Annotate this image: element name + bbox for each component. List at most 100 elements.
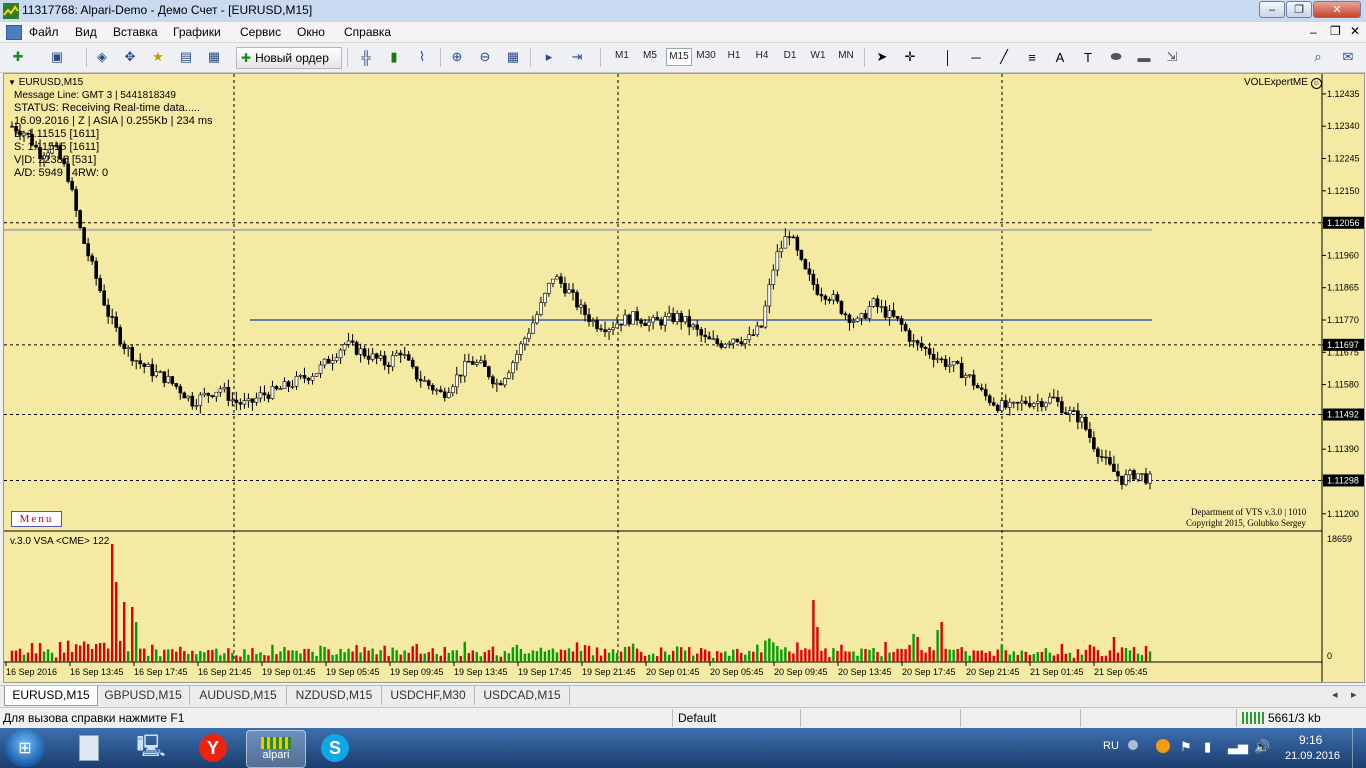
tray-help-icon[interactable] bbox=[1128, 740, 1138, 750]
candle-body bbox=[739, 341, 744, 344]
trendline-icon[interactable]: ╱ bbox=[994, 48, 1014, 66]
vertical-line-icon[interactable]: │ bbox=[938, 48, 958, 66]
volume-bar bbox=[523, 653, 527, 662]
chart-shift-icon[interactable]: ⇥ bbox=[567, 48, 587, 66]
status-bar: Для вызова справки нажмите F1 Default 56… bbox=[0, 707, 1366, 729]
navigator-icon[interactable]: ✥ bbox=[120, 48, 140, 66]
tray-flag-icon[interactable]: ⚑ bbox=[1180, 739, 1192, 755]
menu-file[interactable]: Файл bbox=[29, 25, 59, 39]
tf-m15[interactable]: M15 bbox=[666, 48, 692, 66]
close-button[interactable]: ✕ bbox=[1313, 1, 1361, 18]
cursor-icon[interactable]: ➤ bbox=[872, 48, 892, 66]
volume-bar bbox=[1004, 650, 1007, 662]
crosshair-icon[interactable]: ✛ bbox=[900, 48, 920, 66]
tab-scroll-left-icon[interactable]: ◂ bbox=[1332, 688, 1338, 701]
taskbar-app-skype[interactable]: S bbox=[308, 730, 362, 766]
volume-bar bbox=[30, 643, 34, 662]
zoom-in-icon[interactable]: ⊕ bbox=[447, 48, 467, 66]
candlestick-chart-icon[interactable]: ▮ bbox=[384, 48, 404, 66]
autoscroll-icon[interactable]: ▸ bbox=[539, 48, 559, 66]
new-order-button[interactable]: ✚ Новый ордер bbox=[236, 47, 342, 69]
line-chart-icon[interactable]: ⌇ bbox=[412, 48, 432, 66]
tf-h1[interactable]: H1 bbox=[722, 50, 746, 61]
candle-body bbox=[178, 386, 183, 394]
start-button[interactable]: ⊞ bbox=[5, 729, 45, 767]
favorites-icon[interactable]: ★ bbox=[148, 48, 168, 66]
bar-chart-icon[interactable]: ╬ bbox=[356, 48, 376, 66]
profiles-icon[interactable]: ▣ bbox=[47, 48, 67, 66]
price-chart[interactable]: 1.12435 1.12340 1.12245 1.12150 1.12056 1.119… bbox=[4, 74, 1364, 682]
chat-icon[interactable]: ✉ bbox=[1338, 48, 1358, 66]
tf-m30[interactable]: M30 bbox=[694, 50, 718, 61]
candle-body bbox=[523, 338, 527, 345]
search-icon[interactable]: ⌕ bbox=[1308, 48, 1328, 66]
tf-w1[interactable]: W1 bbox=[806, 50, 830, 61]
arrows-icon[interactable]: ⇲ bbox=[1162, 48, 1182, 66]
candle-body bbox=[1044, 402, 1048, 408]
taskbar-app-computer[interactable]: 🖳 bbox=[124, 730, 178, 766]
minimize-button[interactable]: – bbox=[1259, 1, 1285, 18]
tab-gbpusd[interactable]: GBPUSD,M15 bbox=[97, 686, 190, 705]
taskbar-app-alpari[interactable]: alpari bbox=[246, 730, 306, 768]
taskbar-app-calculator[interactable] bbox=[62, 730, 116, 766]
tf-m5[interactable]: M5 bbox=[638, 50, 662, 61]
tray-volume-icon[interactable]: 🔊 bbox=[1254, 739, 1270, 755]
tf-mn[interactable]: MN bbox=[834, 50, 858, 61]
toolbar: ✚ ▣ ◈ ✥ ★ ▤ ▦ ✚ Новый ордер ╬ ▮ ⌇ ⊕ ⊖ ▦ … bbox=[0, 43, 1366, 73]
tf-h4[interactable]: H4 bbox=[750, 50, 774, 61]
chart-window-icon[interactable] bbox=[6, 25, 22, 40]
menu-tools[interactable]: Сервис bbox=[240, 25, 281, 39]
clock-time[interactable]: 9:16 bbox=[1299, 733, 1322, 747]
text-label-icon[interactable]: T bbox=[1078, 48, 1098, 66]
plus-icon: ✚ bbox=[241, 51, 252, 65]
tab-scroll-right-icon[interactable]: ▸ bbox=[1351, 688, 1357, 701]
language-indicator[interactable]: RU bbox=[1103, 740, 1119, 752]
volume-bar bbox=[66, 640, 70, 662]
candle-body bbox=[531, 322, 535, 334]
menu-charts[interactable]: Графики bbox=[173, 25, 221, 39]
tray-app-icon[interactable] bbox=[1156, 739, 1170, 753]
menu-help[interactable]: Справка bbox=[344, 25, 391, 39]
market-watch-icon[interactable]: ◈ bbox=[92, 48, 112, 66]
taskbar-app-yandex[interactable]: Y bbox=[186, 730, 240, 766]
fibonacci-icon[interactable]: ≡ bbox=[1022, 48, 1042, 66]
candle-body bbox=[134, 360, 139, 362]
volume-bar bbox=[812, 600, 815, 662]
tray-network-icon[interactable]: ▃▅ bbox=[1228, 739, 1248, 755]
clock-date[interactable]: 21.09.2016 bbox=[1285, 750, 1340, 762]
ellipse-icon[interactable]: ⬬ bbox=[1106, 48, 1126, 66]
tab-eurusd[interactable]: EURUSD,M15 bbox=[4, 686, 98, 706]
horizontal-line-icon[interactable]: ─ bbox=[966, 48, 986, 66]
tf-d1[interactable]: D1 bbox=[778, 50, 802, 61]
zoom-out-icon[interactable]: ⊖ bbox=[475, 48, 495, 66]
tab-audusd[interactable]: AUDUSD,M15 bbox=[190, 686, 287, 705]
new-chart-icon[interactable]: ✚ bbox=[8, 48, 28, 66]
time-tick-label: 16 Sep 13:45 bbox=[70, 667, 124, 677]
show-desktop-button[interactable] bbox=[1352, 728, 1366, 768]
tab-usdcad[interactable]: USDCAD,M15 bbox=[475, 686, 570, 705]
mdi-restore-button[interactable]: ❐ bbox=[1330, 24, 1341, 38]
rectangle-icon[interactable]: ▬ bbox=[1134, 48, 1154, 66]
menu-insert[interactable]: Вставка bbox=[113, 25, 158, 39]
mdi-close-button[interactable]: ✕ bbox=[1350, 24, 1360, 38]
strategy-tester-icon[interactable]: ▤ bbox=[176, 48, 196, 66]
candle-body bbox=[867, 306, 872, 319]
menu-window[interactable]: Окно bbox=[297, 25, 325, 39]
chart-window[interactable]: 1.12435 1.12340 1.12245 1.12150 1.12056 1.119… bbox=[3, 73, 1365, 683]
candle-body bbox=[579, 304, 583, 308]
tray-device-icon[interactable]: ▮ bbox=[1204, 739, 1211, 755]
restore-button[interactable]: ❐ bbox=[1286, 1, 1312, 18]
text-icon[interactable]: A bbox=[1050, 48, 1070, 66]
mdi-minimize-button[interactable]: – bbox=[1310, 25, 1317, 39]
tf-m1[interactable]: M1 bbox=[610, 50, 634, 61]
terminal-icon[interactable]: ▦ bbox=[204, 48, 224, 66]
tab-usdchf[interactable]: USDCHF,M30 bbox=[382, 686, 475, 705]
volume-bar bbox=[1104, 655, 1108, 662]
menu-button[interactable]: Menu bbox=[11, 511, 62, 527]
volume-bar bbox=[728, 655, 731, 662]
tab-nzdusd[interactable]: NZDUSD,M15 bbox=[287, 686, 382, 705]
profile-name[interactable]: Default bbox=[678, 711, 716, 725]
candle-body bbox=[214, 391, 219, 398]
tile-windows-icon[interactable]: ▦ bbox=[503, 48, 523, 66]
menu-view[interactable]: Вид bbox=[75, 25, 97, 39]
